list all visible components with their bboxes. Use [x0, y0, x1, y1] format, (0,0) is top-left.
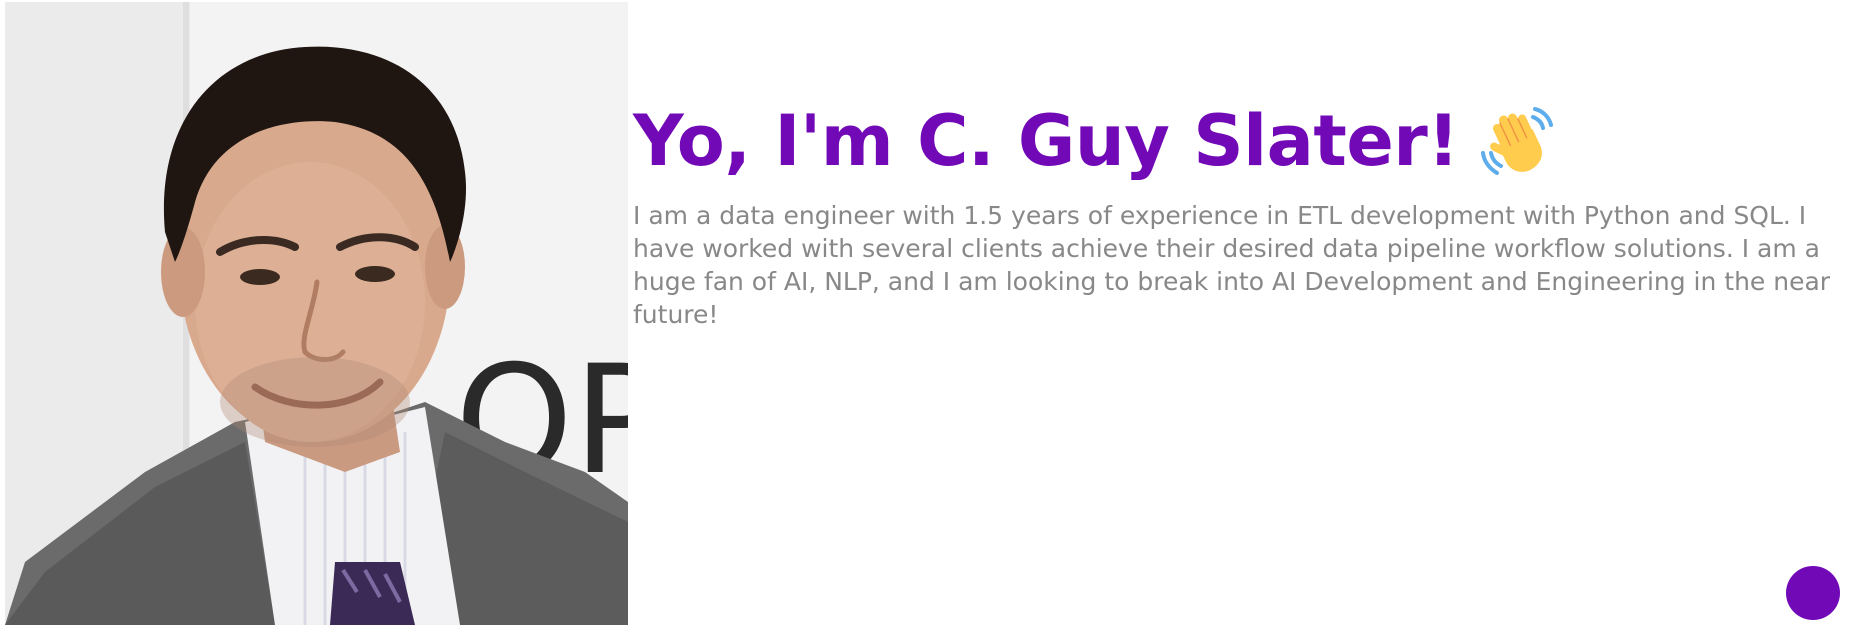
waving-hand-icon [1479, 103, 1555, 179]
headline-text: Yo, I'm C. Guy Slater! [633, 100, 1459, 182]
bio-text: I am a data engineer with 1.5 years of e… [633, 201, 1831, 329]
floating-action-button[interactable] [1786, 566, 1840, 620]
profile-photo-image: OP [5, 2, 628, 625]
intro: Yo, I'm C. Guy Slater! I am a data engin… [633, 95, 1848, 331]
page: OP Yo, I'm C. Guy Slater! I am a data en… [0, 0, 1859, 640]
page-title: Yo, I'm C. Guy Slater! [633, 95, 1848, 187]
profile-photo: OP [5, 2, 628, 625]
hero-section: OP Yo, I'm C. Guy Slater! I am a data en… [0, 0, 1830, 625]
